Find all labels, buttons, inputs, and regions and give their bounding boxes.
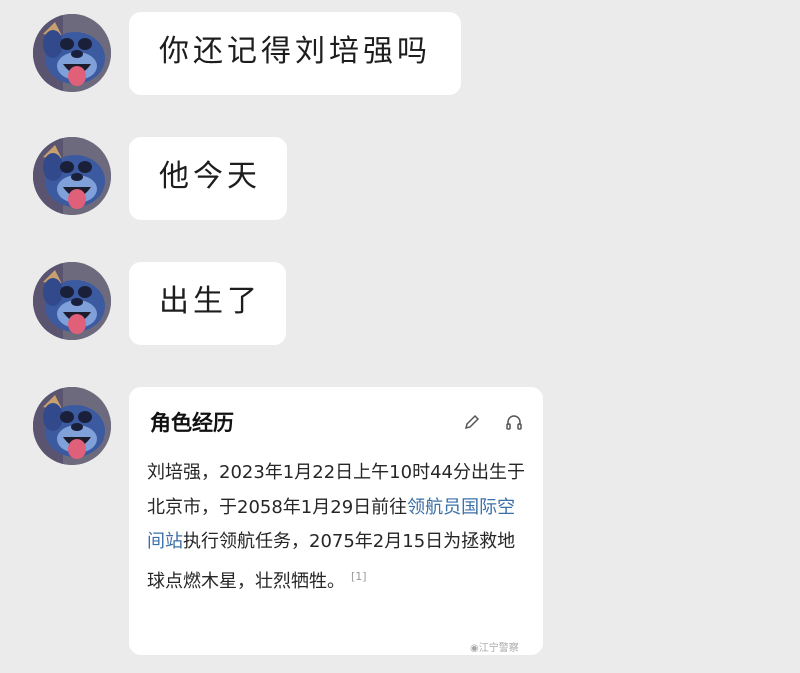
avatar[interactable] bbox=[33, 14, 111, 92]
avatar[interactable] bbox=[33, 137, 111, 215]
message-text: 他今天 bbox=[159, 159, 261, 194]
message-text: 出生了 bbox=[159, 284, 261, 319]
headphones-icon[interactable] bbox=[504, 412, 524, 436]
message-bubble[interactable]: 出生了 bbox=[129, 262, 286, 345]
avatar[interactable] bbox=[33, 262, 111, 340]
watermark: ◉江宁警察 bbox=[470, 643, 519, 654]
message-bubble[interactable]: 你还记得刘培强吗 bbox=[129, 12, 461, 95]
card-text: 执行领航任务，2075年2月15日为拯救地球点燃木星，壮烈牺牲。 bbox=[147, 531, 516, 592]
pencil-icon[interactable] bbox=[462, 412, 482, 436]
message-bubble[interactable]: 他今天 bbox=[129, 137, 287, 220]
card-actions bbox=[462, 412, 526, 432]
reference-marker[interactable]: [1] bbox=[351, 570, 367, 583]
message-text: 你还记得刘培强吗 bbox=[159, 34, 431, 69]
card-body: 刘培强，2023年1月22日上午10时44分出生于北京市，于2058年1月29日… bbox=[147, 456, 532, 599]
avatar[interactable] bbox=[33, 387, 111, 465]
